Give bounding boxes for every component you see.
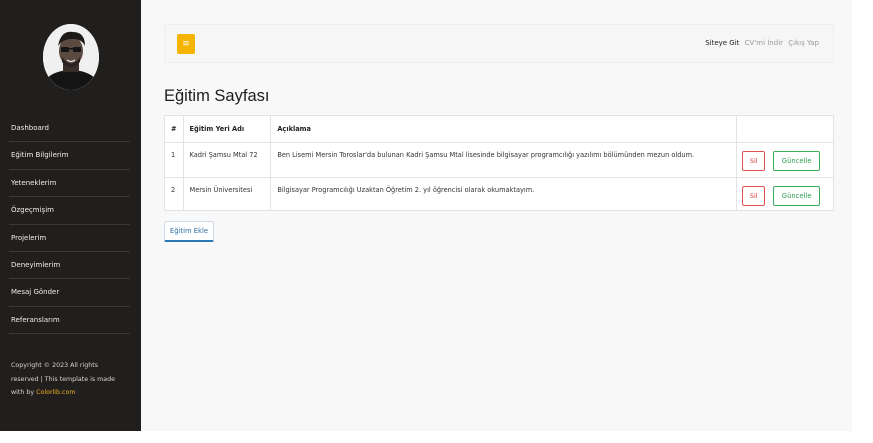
bottom-strip (0, 431, 873, 443)
sidebar-toggle-button[interactable]: ≡ (177, 34, 195, 54)
table-row: 2 Mersin Üniversitesi Bilgisayar Program… (164, 177, 834, 211)
copyright-prefix: with by (11, 389, 37, 396)
colorlib-link[interactable]: Colorlib.com (36, 389, 75, 396)
top-links: Siteye Git CV'mi İndir Çıkış Yap (702, 39, 819, 47)
go-to-site-link[interactable]: Siteye Git (705, 39, 739, 47)
sidebar-item-dashboard[interactable]: Dashboard (9, 115, 130, 143)
copyright-line-1: Copyright © 2023 All rights (11, 362, 98, 369)
cell-description: Bilgisayar Programcılığı Uzaktan Öğretim… (270, 177, 738, 211)
education-table: # Eğitim Yeri Adı Açıklama 1 Kadri Şamsu… (164, 115, 834, 211)
header-num: # (164, 115, 184, 143)
cell-num: 1 (164, 142, 184, 178)
table-header-row: # Eğitim Yeri Adı Açıklama (164, 115, 834, 143)
delete-button[interactable]: Sil (742, 186, 766, 206)
cell-actions: Sil Güncelle (736, 142, 834, 178)
main-content: ≡ Siteye Git CV'mi İndir Çıkış Yap Eğiti… (141, 0, 852, 431)
header-description: Açıklama (270, 115, 738, 143)
sidebar-item-send-message[interactable]: Mesaj Gönder (9, 279, 130, 307)
cell-name: Mersin Üniversitesi (182, 177, 272, 211)
cell-description: Ben Lisemi Mersin Toroslar'da bulunan Ka… (270, 142, 738, 178)
sidebar-item-projects[interactable]: Projelerim (9, 225, 130, 252)
copyright-line-2: reserved | This template is made (11, 375, 115, 383)
avatar-photo-icon (43, 24, 99, 90)
sidebar-item-references[interactable]: Referanslarım (9, 307, 130, 335)
sidebar-item-resume[interactable]: Özgeçmişim (9, 197, 130, 225)
sidebar-footer: Copyright © 2023 All rights reserved | T… (11, 359, 133, 400)
cell-num: 2 (164, 177, 184, 211)
update-button[interactable]: Güncelle (773, 151, 821, 171)
sidebar-item-skills[interactable]: Yeteneklerim (9, 170, 130, 198)
topbar: ≡ Siteye Git CV'mi İndir Çıkış Yap (164, 24, 834, 63)
copyright-line-3: with by Colorlib.com (11, 386, 133, 400)
header-name: Eğitim Yeri Adı (182, 115, 272, 143)
header-actions (736, 115, 834, 143)
page-title: Eğitim Sayfası (164, 87, 270, 105)
add-education-button[interactable]: Eğitim Ekle (164, 221, 214, 242)
sidebar: Dashboard Eğitim Bilgilerim Yeteneklerim… (0, 0, 141, 431)
cell-name: Kadri Şamsu Mtal 72 (182, 142, 272, 178)
sidebar-item-education[interactable]: Eğitim Bilgilerim (9, 142, 130, 170)
delete-button[interactable]: Sil (742, 151, 766, 171)
sidebar-nav: Dashboard Eğitim Bilgilerim Yeteneklerim… (9, 115, 130, 335)
sidebar-item-experiences[interactable]: Deneyimlerim (9, 252, 130, 280)
update-button[interactable]: Güncelle (773, 186, 821, 206)
cell-actions: Sil Güncelle (736, 177, 834, 211)
table-row: 1 Kadri Şamsu Mtal 72 Ben Lisemi Mersin … (164, 142, 834, 178)
avatar (43, 24, 99, 90)
logout-link[interactable]: Çıkış Yap (788, 39, 819, 47)
download-cv-link[interactable]: CV'mi İndir (745, 39, 783, 47)
